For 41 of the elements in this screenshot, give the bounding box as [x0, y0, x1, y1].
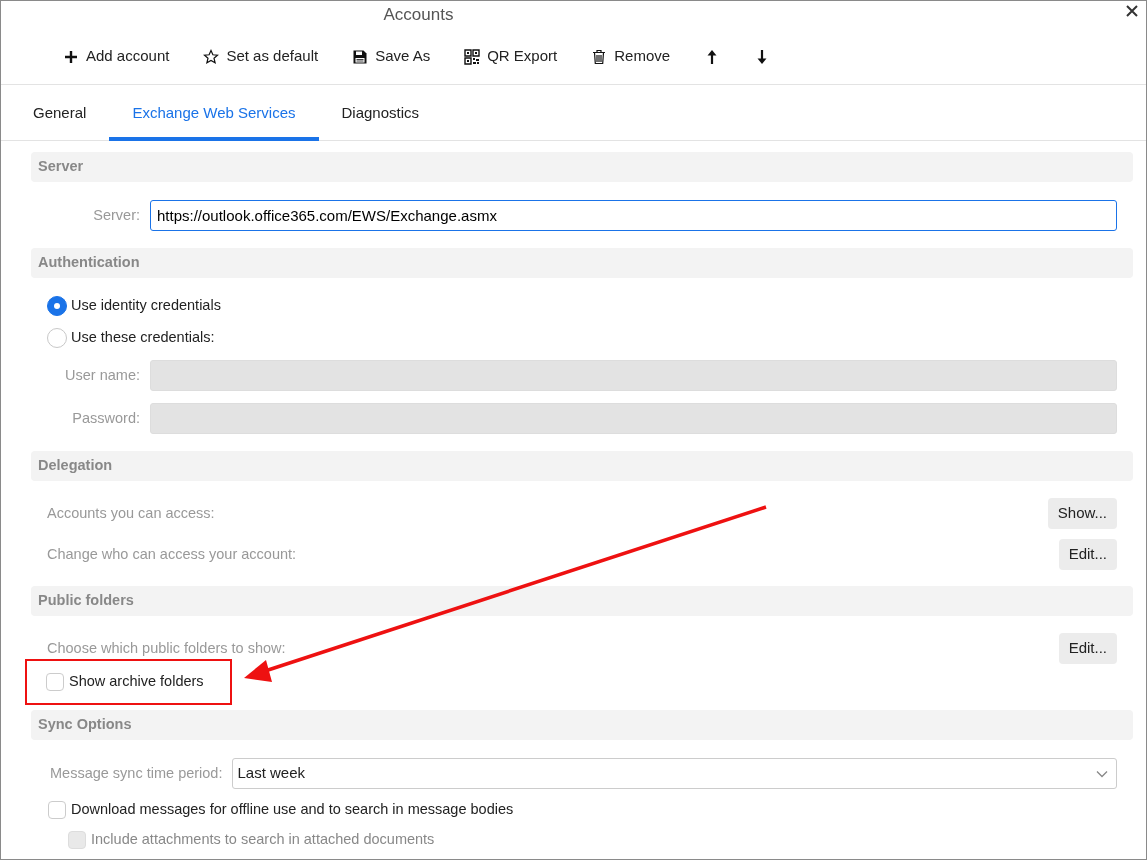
field-label: User name:	[64, 365, 140, 385]
chevron-down-icon	[1096, 769, 1108, 778]
radio-label[interactable]: Use these credentials:	[71, 327, 215, 349]
plus-icon	[63, 48, 79, 65]
radio-button[interactable]	[47, 328, 67, 348]
checkbox[interactable]	[48, 801, 66, 819]
checkbox-label[interactable]: Download messages for offline use and to search in message bodies	[71, 799, 514, 821]
section-title: Server	[38, 157, 84, 177]
action-button[interactable]: Edit...	[1058, 633, 1117, 664]
radio-label[interactable]: Use identity credentials	[71, 295, 221, 317]
input-field[interactable]: https://outlook.office365.com/EWS/Exchange.asmx	[150, 200, 1117, 231]
save-icon	[352, 48, 369, 65]
window-title: Accounts	[383, 4, 454, 27]
radio-button[interactable]	[47, 296, 67, 316]
section-title: Sync Options	[38, 715, 132, 735]
field-label: Password:	[71, 408, 140, 428]
action-button[interactable]: Show...	[1047, 498, 1117, 529]
setting-label: Choose which public folders to show:	[47, 638, 286, 658]
section-title: Delegation	[38, 456, 113, 476]
close-icon[interactable]	[1126, 5, 1138, 17]
toolbar-button[interactable]: QR Export	[464, 43, 558, 70]
star-icon	[203, 48, 220, 65]
qr-code-icon	[464, 48, 481, 65]
toolbar-button[interactable]: Remove	[591, 43, 671, 70]
tab[interactable]: Exchange Web Services	[109, 85, 319, 141]
section-title: Public folders	[38, 591, 134, 611]
toolbar-button[interactable]: Add account	[63, 43, 170, 70]
toolbar-button[interactable]: Set as default	[203, 43, 319, 70]
checkbox[interactable]	[46, 673, 64, 691]
field-label: Server:	[92, 205, 140, 225]
dropdown[interactable]: Last week	[232, 758, 1117, 789]
setting-label: Change who can access your account:	[47, 544, 297, 564]
trash-icon	[591, 48, 608, 65]
section-title: Authentication	[38, 253, 140, 273]
toolbar-button[interactable]: Save As	[352, 43, 431, 70]
checkbox-label[interactable]: Show archive folders	[69, 671, 204, 693]
tab[interactable]: General	[10, 85, 110, 141]
field-label: Message sync time period:	[50, 763, 223, 783]
tab[interactable]: Diagnostics	[318, 85, 443, 141]
action-button[interactable]: Edit...	[1058, 539, 1117, 570]
setting-label: Accounts you can access:	[47, 503, 215, 523]
